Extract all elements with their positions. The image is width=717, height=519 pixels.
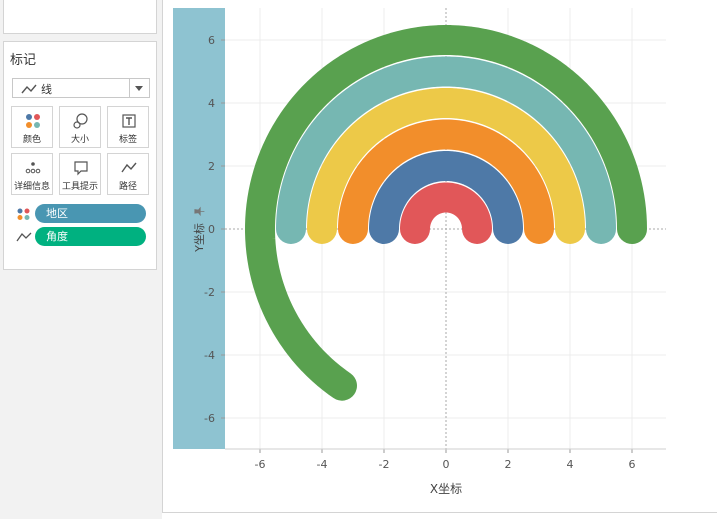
x-tick-label: 4 [567, 458, 574, 471]
view-bottom-border [163, 512, 717, 513]
x-tick-label: 6 [629, 458, 636, 471]
path-line-icon [16, 232, 32, 242]
color-button[interactable]: 颜色 [11, 106, 53, 148]
region-pill[interactable]: 地区 [35, 204, 146, 223]
x-tick-label: -2 [379, 458, 390, 471]
angle-pill[interactable]: 角度 [35, 227, 146, 246]
x-axis-title: X坐标 [430, 482, 462, 496]
size-button[interactable]: 大小 [59, 106, 101, 148]
path-button-label: 路径 [118, 182, 137, 192]
x-tick-label: 2 [505, 458, 512, 471]
tooltip-button-label: 工具提示 [61, 182, 98, 192]
label-button-label: 标签 [118, 135, 137, 145]
path-line-icon [121, 162, 137, 173]
pin-icon[interactable] [193, 206, 205, 217]
detail-button[interactable]: 详细信息 [11, 153, 53, 195]
x-tick-label: 0 [443, 458, 450, 471]
path-button[interactable]: 路径 [107, 153, 149, 195]
mark-type-label: 线 [41, 83, 52, 96]
x-tick-label: -4 [317, 458, 328, 471]
mark-type-dropdown[interactable]: 线 [12, 78, 150, 98]
chevron-down-icon[interactable] [135, 86, 143, 91]
label-text-icon [122, 114, 136, 128]
size-circles-icon [73, 113, 88, 129]
color-pill-row: 地区 [16, 204, 150, 224]
color-dots-icon [26, 114, 40, 128]
size-button-label: 大小 [70, 135, 89, 145]
y-axis-title-area: Y坐标 [173, 8, 225, 449]
detail-button-label: 详细信息 [13, 182, 50, 192]
color-button-label: 颜色 [22, 135, 41, 145]
color-dots-icon [17, 208, 30, 220]
tooltip-button[interactable]: 工具提示 [59, 153, 101, 195]
line-mark-icon [21, 84, 37, 94]
chart-view: -6 -4 -2 0 2 4 66420-2-4-6 X坐标 [173, 8, 666, 496]
marks-card-title: 标记 [10, 53, 37, 68]
dropdown-separator [129, 79, 130, 97]
y-axis-title: Y坐标 [192, 222, 206, 252]
left-panel: 标记 线 颜色 大小 标签 详细信息 工具提示 路径 地区 角度 [0, 0, 162, 519]
x-tick-label: -6 [255, 458, 266, 471]
marks-card: 标记 线 颜色 大小 标签 详细信息 工具提示 路径 地区 角度 [3, 41, 157, 270]
label-button[interactable]: 标签 [107, 106, 149, 148]
filters-card [3, 0, 157, 34]
tooltip-bubble-icon [74, 161, 88, 176]
path-pill-row: 角度 [16, 227, 150, 247]
detail-dots-icon [25, 162, 41, 174]
